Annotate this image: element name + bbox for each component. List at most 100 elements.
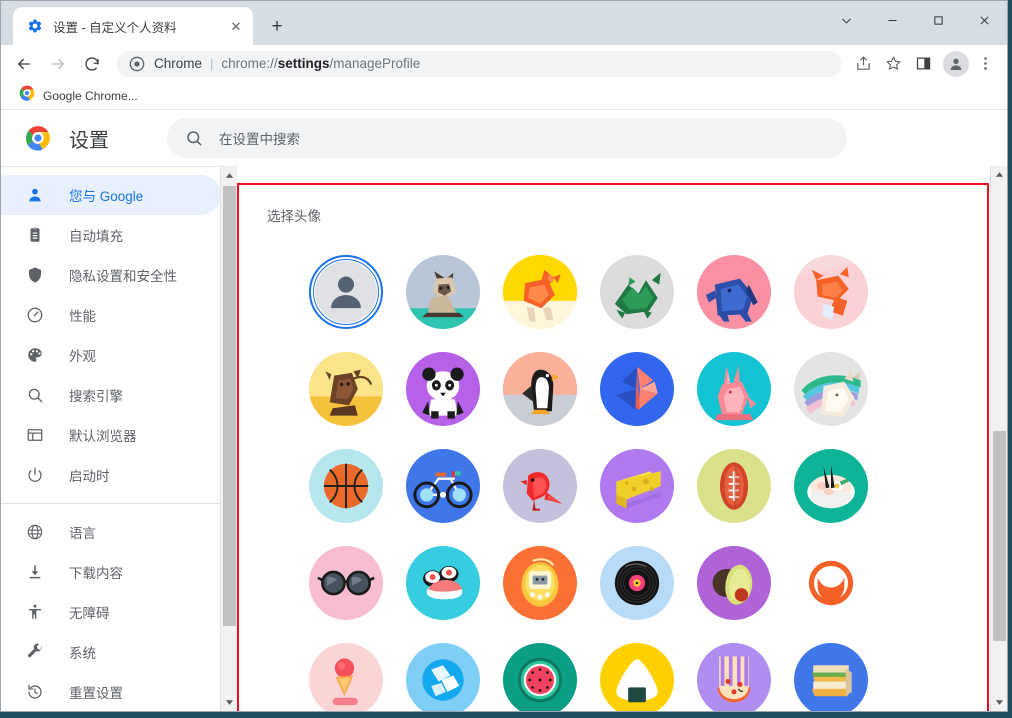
smile-icon bbox=[793, 545, 868, 620]
side-panel-icon[interactable] bbox=[909, 50, 937, 78]
reload-button[interactable] bbox=[77, 49, 107, 79]
icecream-avatar[interactable] bbox=[297, 631, 394, 711]
minimize-icon[interactable] bbox=[869, 3, 915, 37]
settings-search-input[interactable]: 在设置中搜索 bbox=[167, 118, 847, 158]
elephant-origami-avatar[interactable] bbox=[685, 243, 782, 340]
sidebar-item-languages[interactable]: 语言 bbox=[1, 512, 221, 552]
more-vertical-icon[interactable] bbox=[971, 50, 999, 78]
address-bar[interactable]: Chrome | chrome://settings/manageProfile bbox=[117, 50, 841, 77]
default-person-avatar[interactable] bbox=[297, 243, 394, 340]
butterfly-origami-avatar[interactable] bbox=[588, 340, 685, 437]
bike-avatar[interactable] bbox=[394, 437, 491, 534]
sidebar-item-on-startup[interactable]: 启动时 bbox=[1, 455, 221, 495]
maximize-icon[interactable] bbox=[915, 3, 961, 37]
forward-button[interactable] bbox=[43, 49, 73, 79]
window-controls bbox=[823, 1, 1007, 39]
sushi-icon bbox=[405, 545, 480, 620]
dog-origami-avatar[interactable] bbox=[491, 243, 588, 340]
sidebar-item-label: 语言 bbox=[69, 526, 96, 541]
cat-icon bbox=[405, 254, 480, 329]
cheese-avatar[interactable] bbox=[588, 437, 685, 534]
ice-icon bbox=[405, 642, 480, 711]
share-icon[interactable] bbox=[849, 50, 877, 78]
scroll-down-arrow[interactable] bbox=[991, 694, 1007, 711]
monkey-origami-avatar[interactable] bbox=[297, 340, 394, 437]
chrome-shield-icon bbox=[129, 56, 145, 72]
football-avatar[interactable] bbox=[685, 437, 782, 534]
scroll-up-arrow[interactable] bbox=[221, 167, 237, 184]
scrollbar-thumb[interactable] bbox=[993, 431, 1006, 641]
bookmark-star-icon[interactable] bbox=[879, 50, 907, 78]
avocado-avatar[interactable] bbox=[685, 534, 782, 631]
avatar-picker-section: 选择头像 bbox=[237, 183, 989, 711]
ice-avatar[interactable] bbox=[394, 631, 491, 711]
vinyl-avatar[interactable] bbox=[588, 534, 685, 631]
search-placeholder: 在设置中搜索 bbox=[219, 132, 300, 147]
penguin-origami-avatar[interactable] bbox=[491, 340, 588, 437]
sidebar-item-label: 隐私设置和安全性 bbox=[69, 269, 177, 284]
ramen-avatar[interactable] bbox=[782, 437, 879, 534]
onigiri-avatar[interactable] bbox=[588, 631, 685, 711]
sidebar-item-appearance[interactable]: 外观 bbox=[1, 335, 221, 375]
browser-tab[interactable]: 设置 - 自定义个人资料 ✕ bbox=[13, 7, 253, 45]
butterfly-icon bbox=[599, 351, 674, 426]
smile-avatar[interactable] bbox=[782, 534, 879, 631]
sidebar-item-reset-settings[interactable]: 重置设置 bbox=[1, 672, 221, 711]
screen: 设置 - 自定义个人资料 ✕ + Chrome | chrome://setti… bbox=[0, 0, 1012, 718]
sidebar-item-search-engine[interactable]: 搜索引擎 bbox=[1, 375, 221, 415]
profile-avatar-icon[interactable] bbox=[943, 50, 969, 77]
scrollbar-thumb[interactable] bbox=[223, 186, 236, 626]
tab-close-icon[interactable]: ✕ bbox=[227, 17, 245, 35]
football-icon bbox=[696, 448, 771, 523]
url-bold: settings bbox=[277, 56, 330, 71]
pizza-avatar[interactable] bbox=[685, 631, 782, 711]
rabbit-icon bbox=[696, 351, 771, 426]
tamagotchi-avatar[interactable] bbox=[491, 534, 588, 631]
url-prefix: chrome:// bbox=[221, 56, 278, 71]
sidebar-scrollbar[interactable] bbox=[220, 167, 237, 711]
scroll-down-arrow[interactable] bbox=[221, 694, 237, 711]
penguin-icon bbox=[502, 351, 577, 426]
basketball-avatar[interactable] bbox=[297, 437, 394, 534]
sidebar-item-default-browser[interactable]: 默认浏览器 bbox=[1, 415, 221, 455]
sidebar-item-performance[interactable]: 性能 bbox=[1, 295, 221, 335]
person-icon bbox=[314, 260, 377, 323]
sidebar-item-label: 自动填充 bbox=[69, 229, 123, 244]
sidebar-item-privacy-security[interactable]: 隐私设置和安全性 bbox=[1, 255, 221, 295]
bookmark-item[interactable]: Google Chrome... bbox=[13, 85, 144, 107]
close-icon[interactable] bbox=[961, 3, 1007, 37]
chrome-logo-icon bbox=[25, 125, 51, 151]
rabbit-origami-avatar[interactable] bbox=[685, 340, 782, 437]
dragon-origami-avatar[interactable] bbox=[588, 243, 685, 340]
settings-main-panel: 选择头像 bbox=[237, 166, 1007, 711]
sidebar-item-you-and-google[interactable]: 您与 Google bbox=[1, 175, 221, 215]
watermelon-avatar[interactable] bbox=[491, 631, 588, 711]
main-scrollbar[interactable] bbox=[990, 166, 1007, 711]
globe-icon bbox=[25, 522, 45, 542]
panda-origami-avatar[interactable] bbox=[394, 340, 491, 437]
page-title: 设置 bbox=[69, 129, 109, 152]
sidebar-item-autofill[interactable]: 自动填充 bbox=[1, 215, 221, 255]
bird-avatar[interactable] bbox=[491, 437, 588, 534]
cat-origami-avatar[interactable] bbox=[394, 243, 491, 340]
fox-origami-avatar[interactable] bbox=[782, 243, 879, 340]
new-tab-button[interactable]: + bbox=[263, 12, 291, 40]
scroll-up-arrow[interactable] bbox=[991, 166, 1007, 183]
sidebar-item-downloads[interactable]: 下载内容 bbox=[1, 552, 221, 592]
chevron-down-icon[interactable] bbox=[823, 3, 869, 37]
sunglasses-icon bbox=[308, 545, 383, 620]
sidebar-item-accessibility[interactable]: 无障碍 bbox=[1, 592, 221, 632]
back-button[interactable] bbox=[9, 49, 39, 79]
search-icon bbox=[185, 129, 203, 147]
tamagotchi-icon bbox=[502, 545, 577, 620]
sidebar-item-label: 重置设置 bbox=[69, 686, 123, 701]
bike-icon bbox=[405, 448, 480, 523]
sushi-avatar[interactable] bbox=[394, 534, 491, 631]
sidebar-item-system[interactable]: 系统 bbox=[1, 632, 221, 672]
sunglasses-avatar[interactable] bbox=[297, 534, 394, 631]
unicorn-icon bbox=[793, 351, 868, 426]
unicorn-origami-avatar[interactable] bbox=[782, 340, 879, 437]
sandwich-avatar[interactable] bbox=[782, 631, 879, 711]
monkey-icon bbox=[308, 351, 383, 426]
settings-body: 您与 Google 自动填充 隐私设置和安全性 性能 外观 搜索引擎 默认浏览器… bbox=[1, 166, 1007, 711]
